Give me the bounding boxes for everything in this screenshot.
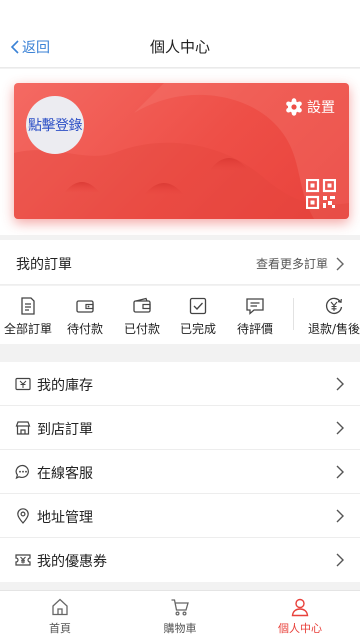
order-to-review-button[interactable]: 待評價 [225,296,285,337]
menu-item-coupons[interactable]: 我的優惠券 [0,538,360,582]
menu-label-customer-service: 在線客服 [37,466,93,482]
chat-icon [15,464,29,480]
chevron-right-icon [336,465,344,479]
order-completed-button[interactable]: 已完成 [168,296,228,337]
order-status-row: 全部訂單 待付款 已付款 已完成 待評價 退款/售後 [0,286,360,344]
paid-wallet-icon [133,297,151,313]
settings-label: 設置 [307,100,335,116]
comment-icon [246,298,264,315]
qr-code-icon[interactable] [306,179,336,209]
tab-cart-label: 購物車 [163,622,197,635]
login-avatar-button[interactable]: 點擊登錄 [26,96,84,154]
store-icon [15,421,31,435]
chevron-right-icon [336,509,344,523]
menu-item-customer-service[interactable]: 在線客服 [0,450,360,494]
order-row-divider [293,298,294,330]
view-more-orders-label: 查看更多訂單 [255,257,328,271]
order-completed-label: 已完成 [179,322,216,336]
order-paid-label: 已付款 [123,322,160,336]
order-unpaid-button[interactable]: 待付款 [55,296,115,337]
order-to-review-label: 待評價 [236,322,273,336]
menu-item-inventory[interactable]: 我的庫存 [0,362,360,406]
chevron-right-icon [336,377,344,391]
menu-label-inventory: 我的庫存 [37,378,93,394]
chevron-right-icon [336,553,344,567]
location-icon [17,508,29,524]
order-list-icon [21,297,35,315]
menu-label-store-orders: 到店訂單 [37,422,93,438]
view-more-orders-link[interactable]: 查看更多訂單 [256,255,344,272]
inventory-icon [15,377,31,391]
my-orders-title: 我的訂單 [16,257,72,273]
order-all-button[interactable]: 全部訂單 [0,296,58,337]
member-card-section: 點擊登錄 設置 [0,69,360,235]
home-icon [52,598,68,616]
my-orders-header: 我的訂單 查看更多訂單 [0,240,360,285]
order-all-label: 全部訂單 [3,322,52,336]
gear-icon [286,98,302,116]
menu-item-address[interactable]: 地址管理 [0,494,360,538]
settings-button[interactable]: 設置 [285,97,335,117]
chevron-right-icon [336,421,344,435]
refund-icon [325,297,343,315]
check-box-icon [189,297,207,315]
tab-cart[interactable]: 購物車 [120,597,240,636]
menu-label-address: 地址管理 [37,510,93,526]
tab-profile-label: 個人中心 [278,622,322,635]
menu-item-store-orders[interactable]: 到店訂單 [0,406,360,450]
chevron-right-icon [336,257,344,270]
tab-home-label: 首頁 [49,622,71,635]
page-title: 個人中心 [149,38,210,56]
tab-home[interactable]: 首頁 [0,597,120,636]
top-nav-bar: 返回 個人中心 [0,0,360,68]
menu-list: 我的庫存 到店訂單 在線客服 地址管理 我的優惠券 [0,362,360,582]
wallet-icon [76,300,94,313]
coupon-icon [15,554,31,566]
menu-label-coupons: 我的優惠券 [37,554,107,570]
order-unpaid-label: 待付款 [66,322,103,336]
user-icon [291,598,309,617]
order-paid-button[interactable]: 已付款 [112,296,172,337]
bottom-tab-bar: 首頁 購物車 個人中心 [0,590,360,640]
member-card: 點擊登錄 設置 [14,83,349,219]
order-refund-label: 退款/售後 [307,322,360,336]
cart-icon [171,599,189,616]
order-refund-button[interactable]: 退款/售後 [300,296,360,337]
tab-profile[interactable]: 個人中心 [240,597,360,636]
